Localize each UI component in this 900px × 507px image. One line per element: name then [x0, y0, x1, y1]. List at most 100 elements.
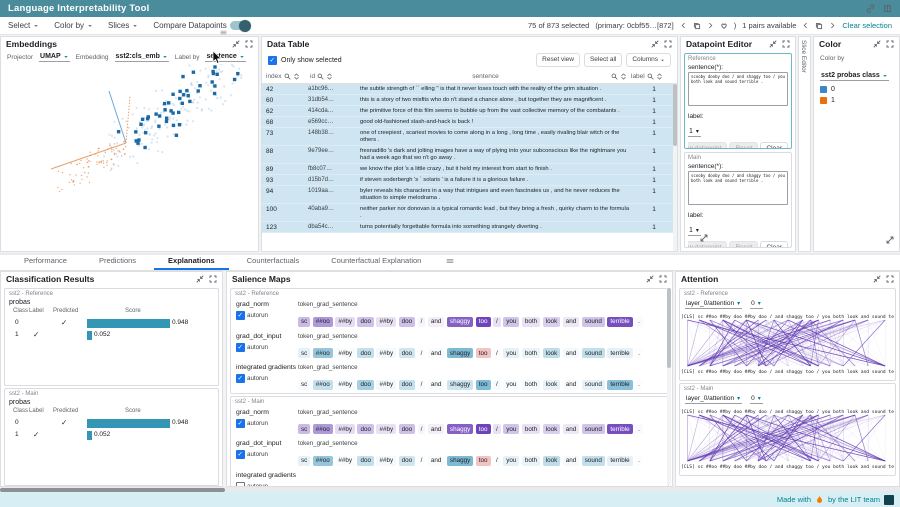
splitter-handle-icon[interactable]: [220, 29, 227, 36]
salience-token[interactable]: ##oo: [313, 317, 333, 327]
salience-token[interactable]: doo: [357, 424, 374, 434]
salience-token[interactable]: ##oo: [313, 456, 333, 466]
salience-token[interactable]: sc: [298, 456, 310, 466]
salience-token[interactable]: doo: [399, 317, 416, 327]
salience-token[interactable]: doo: [399, 380, 416, 390]
salience-token[interactable]: terrible: [607, 424, 632, 434]
only-show-selected-checkbox[interactable]: [268, 56, 277, 65]
reset-button[interactable]: Reset: [729, 241, 758, 248]
salience-token[interactable]: and: [428, 424, 445, 434]
salience-token[interactable]: .: [635, 348, 643, 358]
favorite-icon[interactable]: [720, 22, 728, 30]
salience-token[interactable]: shaggy: [447, 424, 473, 434]
maximize-icon[interactable]: [659, 275, 667, 283]
salience-token[interactable]: .: [635, 380, 643, 390]
salience-token[interactable]: /: [418, 348, 426, 358]
autorun-checkbox[interactable]: [236, 343, 245, 352]
table-row[interactable]: 6031db54…this is a story of two misfits …: [262, 95, 677, 106]
salience-token[interactable]: and: [428, 317, 445, 327]
sort-icon[interactable]: [656, 73, 663, 80]
salience-token[interactable]: /: [493, 380, 501, 390]
copy-icon[interactable]: [693, 22, 701, 30]
salience-token[interactable]: sc: [298, 348, 310, 358]
slice-editor-collapsed-panel[interactable]: Slice Editor: [798, 36, 811, 252]
salience-token[interactable]: you: [503, 317, 519, 327]
salience-token[interactable]: ##by: [376, 424, 396, 434]
salience-scrollbar[interactable]: [667, 288, 671, 484]
salience-token[interactable]: you: [503, 424, 519, 434]
tab-performance[interactable]: Performance: [10, 253, 81, 270]
tab-predictions[interactable]: Predictions: [85, 253, 150, 270]
select-all-button[interactable]: Select all: [584, 53, 622, 67]
salience-token[interactable]: /: [493, 317, 501, 327]
salience-token[interactable]: ##oo: [313, 424, 333, 434]
table-row[interactable]: 42a1bc96…the subtle strength of `` ellin…: [262, 84, 677, 95]
salience-token[interactable]: .: [635, 317, 643, 327]
autorun-checkbox[interactable]: [236, 450, 245, 459]
sort-icon[interactable]: [326, 73, 333, 80]
salience-token[interactable]: ##by: [335, 380, 355, 390]
attention-visualization[interactable]: [CLS] sc ##oo ##by doo ##by doo / and sh…: [680, 311, 894, 375]
salience-token[interactable]: look: [543, 456, 561, 466]
reset-view-button[interactable]: Reset view: [536, 53, 580, 67]
salience-token[interactable]: sound: [582, 317, 605, 327]
label-select[interactable]: 1▾: [688, 227, 701, 236]
salience-token[interactable]: both: [522, 317, 540, 327]
collapse-icon[interactable]: [769, 40, 777, 48]
salience-token[interactable]: ##by: [376, 456, 396, 466]
salience-token[interactable]: ##oo: [313, 380, 333, 390]
salience-token[interactable]: shaggy: [447, 317, 473, 327]
maximize-icon[interactable]: [886, 275, 894, 283]
salience-token[interactable]: doo: [399, 456, 416, 466]
sentence-textarea[interactable]: scooby dooby doo / and shaggy too / you …: [688, 171, 788, 205]
salience-token[interactable]: sound: [582, 348, 605, 358]
salience-token[interactable]: ##by: [376, 380, 396, 390]
maximize-icon[interactable]: [209, 275, 217, 283]
salience-token[interactable]: too: [476, 380, 491, 390]
salience-token[interactable]: .: [635, 456, 643, 466]
sort-icon[interactable]: [620, 73, 627, 80]
salience-token[interactable]: look: [543, 317, 561, 327]
lit-logo[interactable]: [884, 495, 894, 505]
search-icon[interactable]: [647, 73, 654, 80]
sentence-textarea[interactable]: scooby dooby doo / and shaggy too / you …: [688, 72, 788, 106]
salience-token[interactable]: sc: [298, 317, 310, 327]
table-scrollbar[interactable]: [673, 84, 677, 252]
probas-row[interactable]: 1✓0.052: [9, 330, 214, 342]
prev-datapoint-icon[interactable]: [680, 22, 687, 29]
layer-select[interactable]: layer_0/attention▾: [685, 300, 742, 309]
collapse-icon[interactable]: [651, 40, 659, 48]
salience-token[interactable]: sc: [298, 424, 310, 434]
head-select[interactable]: 0▾: [750, 395, 763, 404]
table-row[interactable]: 62414cda…the primitive force of this fil…: [262, 106, 677, 117]
table-row[interactable]: 941019aa…byler reveals his characters in…: [262, 186, 677, 204]
layer-select[interactable]: layer_0/attention▾: [685, 395, 742, 404]
probas-row[interactable]: 1✓0.052: [9, 430, 214, 442]
compare-datapoints-toggle[interactable]: [230, 21, 250, 30]
docs-book-icon[interactable]: [883, 4, 892, 13]
salience-token[interactable]: /: [418, 380, 426, 390]
salience-token[interactable]: look: [543, 348, 561, 358]
salience-token[interactable]: and: [563, 348, 580, 358]
salience-token[interactable]: sound: [582, 380, 605, 390]
collapse-icon[interactable]: [196, 275, 204, 283]
tab-counterfactuals[interactable]: Counterfactuals: [233, 253, 314, 270]
clear-selection-link[interactable]: Clear selection: [842, 21, 892, 30]
salience-token[interactable]: /: [418, 317, 426, 327]
head-select[interactable]: 0▾: [750, 300, 763, 309]
drag-handle-icon[interactable]: [446, 257, 454, 265]
salience-token[interactable]: doo: [357, 348, 374, 358]
copy-icon[interactable]: [815, 22, 823, 30]
select-menu[interactable]: Select: [8, 21, 39, 30]
salience-token[interactable]: both: [522, 380, 540, 390]
salience-token[interactable]: doo: [357, 456, 374, 466]
salience-token[interactable]: shaggy: [447, 456, 473, 466]
salience-token[interactable]: look: [543, 380, 561, 390]
probas-row[interactable]: 0✓0.948: [9, 318, 214, 330]
label-select[interactable]: 1▾: [688, 128, 701, 137]
table-row[interactable]: 89fb8c07…we know the plot 's a little cr…: [262, 164, 677, 175]
embedding-scatter-plot[interactable]: [1, 64, 258, 248]
color-by-menu[interactable]: Color by: [54, 21, 93, 30]
tab-explanations[interactable]: Explanations: [154, 253, 229, 270]
maximize-icon[interactable]: [782, 40, 790, 48]
